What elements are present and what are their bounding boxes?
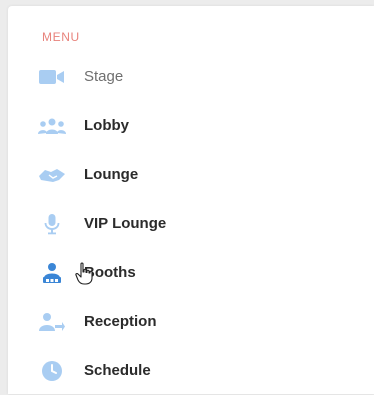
handshake-icon — [36, 163, 68, 187]
clock-icon — [36, 359, 68, 383]
user-arrow-icon — [36, 310, 68, 334]
menu-item-vip-lounge[interactable]: VIP Lounge — [8, 199, 374, 248]
sidebar-menu-panel: MENU Stage Lobby Lounge VIP Lounge Booth… — [8, 6, 374, 394]
menu-item-label: Booths — [84, 264, 136, 281]
microphone-icon — [36, 212, 68, 236]
video-camera-icon — [36, 65, 68, 89]
menu-item-reception[interactable]: Reception — [8, 297, 374, 346]
menu-item-label: Lobby — [84, 117, 129, 134]
menu-list: Stage Lobby Lounge VIP Lounge Booths Rec… — [8, 52, 374, 395]
booth-user-icon — [36, 261, 68, 285]
menu-item-label: Schedule — [84, 362, 151, 379]
menu-item-booths[interactable]: Booths — [8, 248, 374, 297]
menu-item-label: Stage — [84, 68, 124, 85]
menu-item-schedule[interactable]: Schedule — [8, 346, 374, 395]
menu-item-label: Lounge — [84, 166, 139, 183]
menu-item-label: Reception — [84, 313, 157, 330]
menu-item-lobby[interactable]: Lobby — [8, 101, 374, 150]
group-icon — [36, 114, 68, 138]
menu-heading: MENU — [42, 30, 80, 44]
menu-item-lounge[interactable]: Lounge — [8, 150, 374, 199]
menu-item-label: VIP Lounge — [84, 215, 167, 232]
menu-item-stage[interactable]: Stage — [8, 52, 374, 101]
